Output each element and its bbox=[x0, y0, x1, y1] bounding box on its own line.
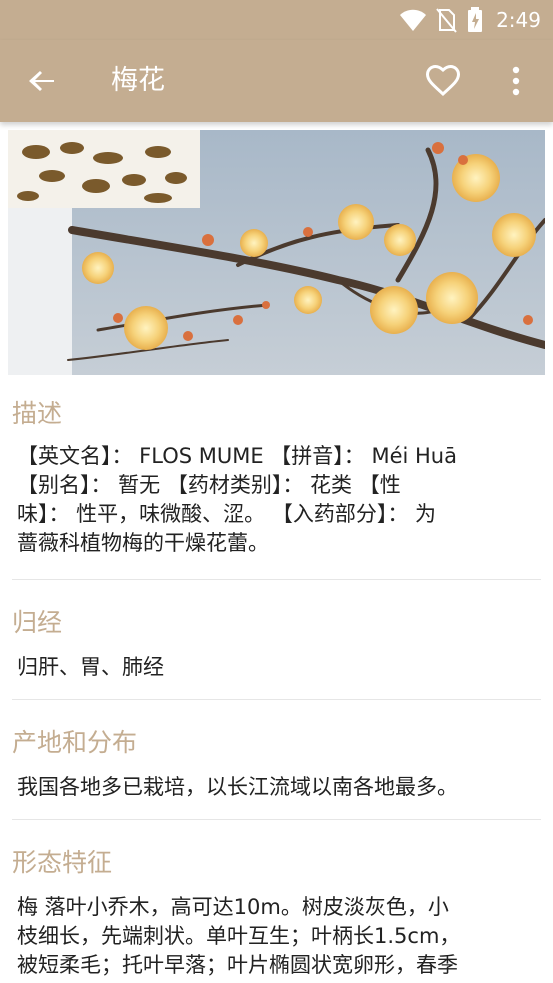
status-bar: 2:49 bbox=[0, 0, 553, 40]
battery-charging-icon bbox=[468, 7, 483, 32]
no-sim-icon bbox=[436, 8, 457, 33]
hero-image bbox=[8, 130, 545, 375]
body-line: 蔷薇科植物梅的干燥花蕾。 bbox=[17, 531, 269, 555]
body-line: 【别名】： 暂无 【药材类别】： 花类 【性 bbox=[17, 473, 401, 497]
wifi-icon bbox=[400, 9, 427, 31]
more-vertical-icon bbox=[512, 66, 520, 96]
section-description: 描述 【英文名】： FLOS MUME 【拼音】： Méi Huā 【别名】： … bbox=[12, 397, 541, 558]
body-line: 我国各地多已栽培，以长江流域以南各地最多。 bbox=[17, 775, 458, 799]
section-title: 形态特征 bbox=[12, 848, 113, 877]
divider bbox=[12, 819, 541, 820]
arrow-left-icon bbox=[29, 71, 54, 91]
content-scroll[interactable]: 描述 【英文名】： FLOS MUME 【拼音】： Méi Huā 【别名】： … bbox=[0, 122, 553, 983]
page-title: 梅花 bbox=[111, 65, 165, 96]
status-time: 2:49 bbox=[496, 8, 541, 32]
more-options-button[interactable] bbox=[502, 62, 530, 100]
heart-outline-icon bbox=[425, 64, 461, 97]
back-button[interactable] bbox=[22, 61, 62, 101]
section-body: 【英文名】： FLOS MUME 【拼音】： Méi Huā 【别名】： 暂无 … bbox=[12, 442, 541, 558]
section-morphology: 形态特征 梅 落叶小乔木，高可达10m。树皮淡灰色，小 枝细长，先端刺状。单叶互… bbox=[12, 846, 541, 980]
app-bar: 梅花 bbox=[0, 40, 553, 122]
divider bbox=[12, 579, 541, 580]
favorite-button[interactable] bbox=[424, 62, 462, 100]
body-line: 归肝、胃、肺经 bbox=[17, 655, 164, 679]
section-meridian: 归经 归肝、胃、肺经 bbox=[12, 606, 541, 682]
section-title: 产地和分布 bbox=[12, 728, 138, 757]
body-line: 【英文名】： FLOS MUME 【拼音】： Méi Huā bbox=[17, 444, 457, 468]
status-icons: 2:49 bbox=[398, 5, 541, 35]
section-origin: 产地和分布 我国各地多已栽培，以长江流域以南各地最多。 bbox=[12, 726, 541, 802]
body-line: 梅 落叶小乔木，高可达10m。树皮淡灰色，小 bbox=[17, 895, 449, 919]
section-body: 梅 落叶小乔木，高可达10m。树皮淡灰色，小 枝细长，先端刺状。单叶互生；叶柄长… bbox=[12, 893, 541, 980]
section-title: 描述 bbox=[12, 399, 63, 428]
body-line: 被短柔毛；托叶早落；叶片椭圆状宽卵形，春季 bbox=[17, 953, 458, 977]
section-title: 归经 bbox=[12, 608, 63, 637]
body-line: 枝细长，先端刺状。单叶互生；叶柄长1.5cm， bbox=[17, 924, 461, 948]
section-body: 我国各地多已栽培，以长江流域以南各地最多。 bbox=[12, 773, 541, 802]
section-body: 归肝、胃、肺经 bbox=[12, 653, 541, 682]
divider bbox=[12, 699, 541, 700]
body-line: 味】： 性平，味微酸、涩。 【入药部分】： 为 bbox=[17, 502, 437, 526]
